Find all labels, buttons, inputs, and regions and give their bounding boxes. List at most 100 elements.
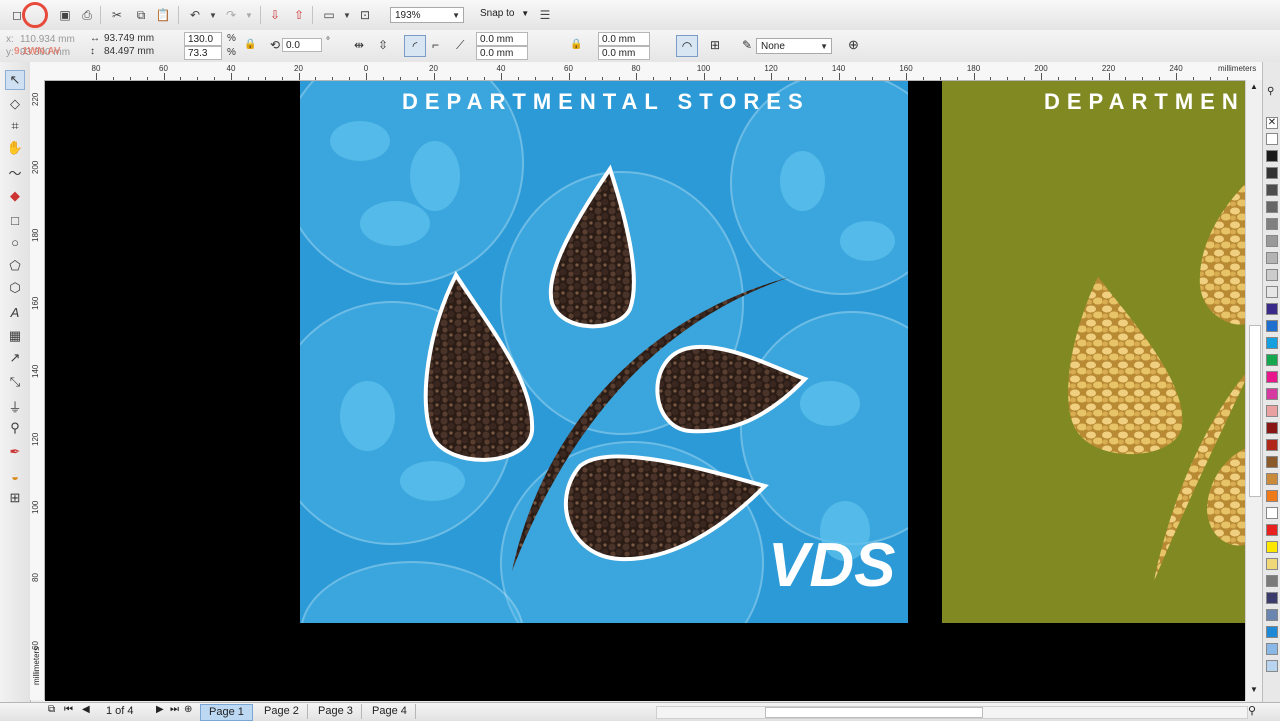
color-swatch[interactable] bbox=[1266, 167, 1278, 179]
color-swatch[interactable] bbox=[1266, 235, 1278, 247]
horizontal-ruler[interactable]: 80 60 40 20 0 20 40 60 80 100 120 140 160 180 200 220 24… bbox=[30, 62, 1262, 81]
basic-shapes-icon[interactable]: ⬡ bbox=[5, 278, 25, 298]
palette-eyedropper-icon[interactable]: ⚲ bbox=[1267, 86, 1274, 97]
scroll-thumb[interactable] bbox=[1249, 325, 1261, 497]
color-swatch[interactable] bbox=[1266, 558, 1278, 570]
object-height-value[interactable]: 84.497 mm bbox=[104, 46, 154, 57]
new-document-icon[interactable]: ◻ bbox=[8, 6, 26, 24]
color-swatch[interactable] bbox=[1266, 541, 1278, 553]
color-swatch[interactable] bbox=[1266, 269, 1278, 281]
corner-lock-icon[interactable]: 🔒 bbox=[570, 39, 582, 50]
copy-icon[interactable]: ⧉ bbox=[132, 6, 150, 24]
vertical-ruler[interactable]: 220 200 180 160 140 120 100 80 60 bbox=[30, 80, 45, 700]
rotation-input[interactable]: 0.0 bbox=[282, 38, 322, 52]
dimension-tool-icon[interactable]: ↗ bbox=[5, 348, 25, 368]
mirror-horizontal-icon[interactable]: ⇹ bbox=[354, 38, 364, 52]
color-swatch[interactable] bbox=[1266, 439, 1278, 451]
full-screen-icon[interactable]: ⊡ bbox=[356, 6, 374, 24]
shape-tool-icon[interactable]: ◇ bbox=[5, 94, 25, 114]
scale-width-input[interactable]: 130.0 bbox=[184, 32, 222, 46]
color-swatch[interactable] bbox=[1266, 320, 1278, 332]
options-icon[interactable]: ☰ bbox=[536, 6, 554, 24]
drawing-canvas[interactable]: DEPARTMENTAL STORES VDS DEPARTMEN bbox=[45, 81, 1245, 701]
table-tool-icon[interactable]: ▦ bbox=[5, 326, 25, 346]
to-curves-icon[interactable]: ⊕ bbox=[848, 37, 859, 53]
interactive-fill-icon[interactable]: ⊞ bbox=[5, 488, 25, 508]
crop-tool-icon[interactable]: ⌗ bbox=[5, 116, 25, 136]
color-swatch[interactable] bbox=[1266, 184, 1278, 196]
freehand-tool-icon[interactable]: 〜 bbox=[5, 162, 25, 182]
color-swatch[interactable] bbox=[1266, 609, 1278, 621]
first-page-icon[interactable]: ⏮ bbox=[64, 704, 73, 715]
tab-page-1[interactable]: Page 1 bbox=[200, 704, 253, 721]
color-swatch[interactable] bbox=[1266, 388, 1278, 400]
page-add-icon[interactable]: ⧉ bbox=[48, 704, 55, 715]
color-swatch[interactable] bbox=[1266, 286, 1278, 298]
color-swatch[interactable] bbox=[1266, 422, 1278, 434]
corner-radius-top-right[interactable]: 0.0 mm bbox=[598, 32, 650, 46]
color-swatch[interactable] bbox=[1266, 456, 1278, 468]
zoom-level-select[interactable]: 193% ▼ bbox=[390, 7, 464, 23]
pick-tool-icon[interactable]: ↖ bbox=[5, 70, 25, 90]
color-swatch[interactable] bbox=[1266, 150, 1278, 162]
color-swatch[interactable] bbox=[1266, 524, 1278, 536]
color-swatch[interactable] bbox=[1266, 473, 1278, 485]
object-width-value[interactable]: 93.749 mm bbox=[104, 33, 154, 44]
color-swatch[interactable] bbox=[1266, 643, 1278, 655]
ellipse-tool-icon[interactable]: ○ bbox=[5, 232, 25, 252]
zoom-icon[interactable]: ⚲ bbox=[1248, 704, 1256, 717]
color-swatch[interactable] bbox=[1266, 354, 1278, 366]
color-swatch[interactable] bbox=[1266, 201, 1278, 213]
no-color-swatch[interactable]: ✕ bbox=[1266, 117, 1278, 129]
paste-icon[interactable]: 📋 bbox=[154, 6, 172, 24]
eyedropper-tool-icon[interactable]: ⚲ bbox=[5, 418, 25, 438]
corner-radius-top-left[interactable]: 0.0 mm bbox=[476, 32, 528, 46]
fill-tool-icon[interactable]: ◒ bbox=[5, 466, 25, 486]
export-icon[interactable]: ⇧ bbox=[290, 6, 308, 24]
add-page-icon[interactable]: ⊕ bbox=[184, 704, 192, 715]
tab-page-2[interactable]: Page 2 bbox=[256, 704, 308, 719]
cut-icon[interactable]: ✂ bbox=[108, 6, 126, 24]
round-corner-button[interactable]: ◜ bbox=[404, 35, 426, 57]
undo-dropdown-icon[interactable]: ▼ bbox=[204, 6, 222, 24]
last-page-icon[interactable]: ⏭ bbox=[170, 704, 179, 715]
corner-radius-bottom-left[interactable]: 0.0 mm bbox=[476, 46, 528, 60]
scroll-up-icon[interactable]: ▲ bbox=[1250, 82, 1258, 91]
pan-tool-icon[interactable]: ✋ bbox=[5, 138, 25, 158]
color-swatch[interactable] bbox=[1266, 490, 1278, 502]
tab-page-4[interactable]: Page 4 bbox=[364, 704, 416, 719]
wrap-text-icon[interactable]: ⊞ bbox=[710, 38, 720, 52]
redo-icon[interactable]: ↷ bbox=[222, 6, 240, 24]
next-page-icon[interactable]: ▶ bbox=[156, 704, 164, 715]
outline-width-select[interactable]: None ▼ bbox=[756, 38, 832, 54]
color-swatch[interactable] bbox=[1266, 626, 1278, 638]
color-swatch[interactable] bbox=[1266, 575, 1278, 587]
lock-ratio-icon[interactable]: 🔒 bbox=[244, 39, 256, 50]
page-1-artwork[interactable]: DEPARTMENTAL STORES VDS bbox=[300, 81, 908, 623]
horizontal-scrollbar[interactable] bbox=[656, 706, 1248, 719]
import-icon[interactable]: ⇩ bbox=[266, 6, 284, 24]
publish-icon[interactable]: ▭ bbox=[320, 6, 338, 24]
scroll-down-icon[interactable]: ▼ bbox=[1250, 685, 1258, 694]
prev-page-icon[interactable]: ◀ bbox=[82, 704, 90, 715]
color-swatch[interactable] bbox=[1266, 218, 1278, 230]
print-icon[interactable]: ⎙ bbox=[78, 6, 96, 24]
color-swatch[interactable] bbox=[1266, 405, 1278, 417]
color-swatch[interactable] bbox=[1266, 133, 1278, 145]
tab-page-3[interactable]: Page 3 bbox=[310, 704, 362, 719]
vertical-scrollbar[interactable]: ▲ ▼ bbox=[1245, 80, 1263, 700]
x-position-value[interactable]: 110.934 mm bbox=[20, 34, 75, 45]
relative-corner-button[interactable]: ◠ bbox=[676, 35, 698, 57]
save-icon[interactable]: ▣ bbox=[56, 6, 74, 24]
scallop-corner-icon[interactable]: ⌐ bbox=[432, 38, 439, 52]
color-swatch[interactable] bbox=[1266, 303, 1278, 315]
smart-fill-icon[interactable]: ◆ bbox=[5, 186, 25, 206]
color-swatch[interactable] bbox=[1266, 660, 1278, 672]
page-2-artwork[interactable]: DEPARTMEN bbox=[942, 81, 1245, 623]
redo-dropdown-icon[interactable]: ▼ bbox=[240, 6, 258, 24]
corner-radius-bottom-right[interactable]: 0.0 mm bbox=[598, 46, 650, 60]
mirror-vertical-icon[interactable]: ⇳ bbox=[378, 38, 388, 52]
color-swatch[interactable] bbox=[1266, 592, 1278, 604]
text-tool-icon[interactable]: A bbox=[5, 302, 25, 322]
interactive-effects-icon[interactable]: ⏚ bbox=[5, 396, 25, 416]
